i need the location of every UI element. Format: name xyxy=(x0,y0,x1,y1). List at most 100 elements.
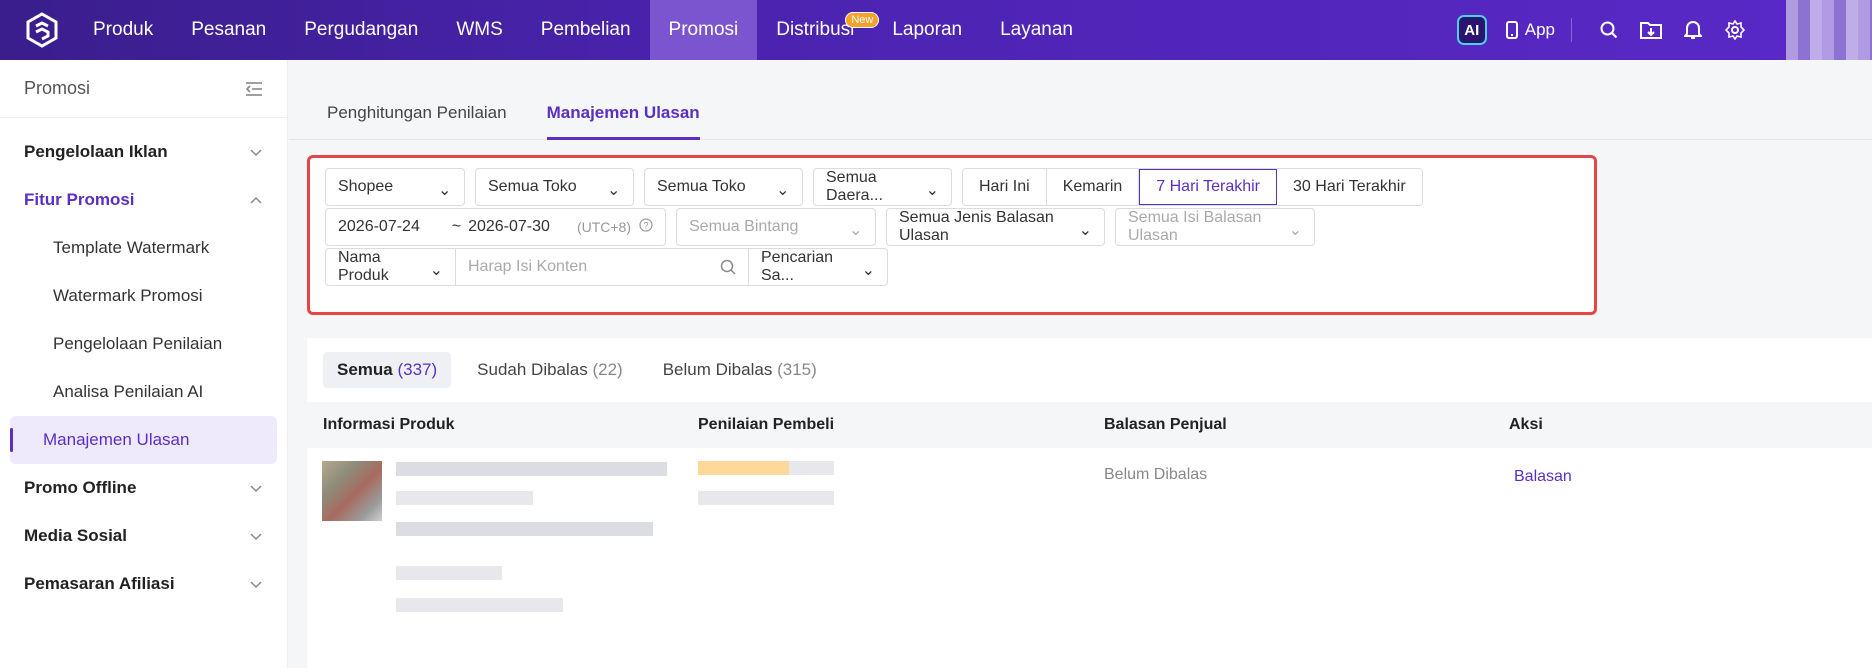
product-date-redacted xyxy=(396,598,563,612)
store-select-1[interactable]: Semua Toko ⌄ xyxy=(475,168,634,206)
nav-item-wms[interactable]: WMS xyxy=(437,0,521,60)
date-separator: ~ xyxy=(451,218,462,235)
top-right-tools: AI App xyxy=(1456,0,1872,60)
nav-item-distribusi[interactable]: Distribusi New xyxy=(757,0,880,60)
user-avatar[interactable] xyxy=(1786,0,1872,60)
sidebar-item-template-watermark[interactable]: Template Watermark xyxy=(10,224,277,272)
timezone-label: (UTC+8) xyxy=(576,219,631,235)
sidebar-group-media-sosial[interactable]: Media Sosial xyxy=(0,512,287,560)
col-header-seller-reply: Balasan Penjual xyxy=(1104,416,1227,433)
product-thumbnail xyxy=(322,461,382,521)
sidebar-group-label: Promo Offline xyxy=(24,478,137,497)
store2-value: Semua Toko xyxy=(657,178,746,195)
reply-type-select[interactable]: Semua Jenis Balasan Ulasan ⌄ xyxy=(886,208,1105,246)
star-rating-redacted xyxy=(698,461,789,475)
platform-select[interactable]: Shopee ⌄ xyxy=(325,168,465,206)
help-icon[interactable]: ? xyxy=(639,217,653,237)
store-select-2[interactable]: Semua Toko ⌄ xyxy=(644,168,803,206)
product-sku-redacted xyxy=(396,522,653,536)
sidebar-group-fitur-promosi[interactable]: Fitur Promosi xyxy=(0,176,287,224)
date-range-picker[interactable]: 2026-07-24 ~ 2026-07-30 (UTC+8) ? xyxy=(325,208,666,246)
bell-icon[interactable] xyxy=(1682,19,1704,41)
nav-item-label: WMS xyxy=(456,19,503,40)
sidebar-group-label: Media Sosial xyxy=(24,526,127,545)
search-icon[interactable] xyxy=(720,259,736,275)
nav-item-label: Pergudangan xyxy=(304,19,419,40)
nav-item-laporan[interactable]: Laporan xyxy=(873,0,981,60)
sidebar-item-manajemen-ulasan[interactable]: Manajemen Ulasan xyxy=(10,416,277,464)
region-select[interactable]: Semua Daera... ⌄ xyxy=(813,168,952,206)
nav-item-pesanan[interactable]: Pesanan xyxy=(172,0,285,60)
sidebar-group-label: Pemasaran Afiliasi xyxy=(24,574,175,593)
reply-content-select[interactable]: Semua Isi Balasan Ulasan ⌄ xyxy=(1115,208,1315,246)
phone-icon xyxy=(1505,21,1518,39)
sidebar-group-pemasaran-afiliasi[interactable]: Pemasaran Afiliasi xyxy=(0,560,287,608)
filter-row-1: Shopee ⌄ Semua Toko ⌄ Semua Toko ⌄ Semua Da… xyxy=(325,168,1423,206)
nav-item-produk[interactable]: Produk xyxy=(74,0,172,60)
nav-item-pergudangan[interactable]: Pergudangan xyxy=(285,0,437,60)
col-header-buyer-rating: Penilaian Pembeli xyxy=(698,416,835,433)
date-preset-30-hari-terakhir[interactable]: 30 Hari Terakhir xyxy=(1277,169,1422,205)
nav-item-pembelian[interactable]: Pembelian xyxy=(522,0,650,60)
date-preset-kemarin[interactable]: Kemarin xyxy=(1046,169,1140,205)
tab-penghitungan-penilaian[interactable]: Penghitungan Penilaian xyxy=(327,103,507,139)
search-mode-select[interactable]: Pencarian Sa... ⌄ xyxy=(749,249,887,285)
sidebar-item-watermark-promosi[interactable]: Watermark Promosi xyxy=(10,272,277,320)
nav-item-layanan[interactable]: Layanan xyxy=(981,0,1092,60)
search-input[interactable]: Harap Isi Konten xyxy=(456,249,749,285)
nav-item-promosi[interactable]: Promosi xyxy=(649,0,758,60)
star-placeholder: Semua Bintang xyxy=(689,218,799,235)
reply-content-placeholder: Semua Isi Balasan Ulasan xyxy=(1128,209,1262,244)
status-tab-semua[interactable]: Semua (337) xyxy=(323,352,452,388)
platform-value: Shopee xyxy=(338,178,394,195)
app-button[interactable]: App xyxy=(1505,20,1555,40)
search-mode-value: Pencarian Sa... xyxy=(761,249,834,284)
nav-item-label: Laporan xyxy=(892,19,963,40)
product-name-redacted xyxy=(396,462,667,476)
chevron-down-icon: ⌄ xyxy=(438,182,452,199)
review-text-redacted xyxy=(698,491,834,505)
search-field-select[interactable]: Nama Produk ⌄ xyxy=(326,249,456,285)
chevron-down-icon: ⌄ xyxy=(1288,222,1302,239)
nav-item-label: Layanan xyxy=(1000,19,1073,40)
app-logo-icon[interactable] xyxy=(20,8,64,52)
sidebar-item-pengelolaan-penilaian[interactable]: Pengelolaan Penilaian xyxy=(10,320,277,368)
star-rating-select[interactable]: Semua Bintang ⌄ xyxy=(676,208,876,246)
sidebar-group-promo-offline[interactable]: Promo Offline xyxy=(0,464,287,512)
date-preset-hari-ini[interactable]: Hari Ini xyxy=(963,169,1047,205)
sidebar-title: Promosi xyxy=(24,78,91,98)
search-icon[interactable] xyxy=(1598,19,1620,41)
status-tab-sudah-dibalas[interactable]: Sudah Dibalas (22) xyxy=(463,352,637,388)
chevron-down-icon: ⌄ xyxy=(861,262,875,279)
date-preset-group: Hari Ini Kemarin 7 Hari Terakhir 30 Hari Te… xyxy=(962,168,1423,206)
app-label: App xyxy=(1524,20,1555,39)
folder-download-icon[interactable] xyxy=(1640,19,1662,41)
sidebar-item-analisa-penilaian-ai[interactable]: Analisa Penilaian AI xyxy=(10,368,277,416)
chevron-down-icon xyxy=(250,533,262,541)
status-tab-label: Belum Dibalas xyxy=(662,360,773,379)
table-row: Belum Dibalas Balasan xyxy=(307,448,1872,668)
reply-button[interactable]: Balasan xyxy=(1514,468,1572,486)
svg-text:?: ? xyxy=(643,220,648,230)
status-tab-belum-dibalas[interactable]: Belum Dibalas (315) xyxy=(649,352,831,388)
search-field-value: Nama Produk xyxy=(338,249,389,284)
filter-row-3: Nama Produk ⌄ Harap Isi Konten Pencarian … xyxy=(325,248,888,286)
tab-manajemen-ulasan[interactable]: Manajemen Ulasan xyxy=(546,103,700,140)
reply-type-value: Semua Jenis Balasan Ulasan xyxy=(899,209,1054,244)
sidebar-menu: Pengelolaan Iklan Fitur Promosi Template W… xyxy=(0,118,287,608)
date-preset-7-hari-terakhir[interactable]: 7 Hari Terakhir xyxy=(1139,169,1278,205)
status-tab-label: Semua xyxy=(337,360,393,379)
nav-item-label: Produk xyxy=(93,19,154,40)
status-tab-count: (315) xyxy=(777,360,817,379)
rating-extra-redacted xyxy=(789,461,834,475)
nav-item-label: Distribusi xyxy=(776,19,855,40)
chevron-down-icon: ⌄ xyxy=(1078,222,1092,239)
status-tab-count: (22) xyxy=(592,360,623,379)
ai-button[interactable]: AI xyxy=(1456,15,1487,45)
collapse-sidebar-icon[interactable] xyxy=(245,81,263,97)
filter-row-2: 2026-07-24 ~ 2026-07-30 (UTC+8) ? Semua … xyxy=(325,208,1315,246)
gear-icon[interactable] xyxy=(1724,19,1746,41)
sidebar-group-pengelolaan-iklan[interactable]: Pengelolaan Iklan xyxy=(0,128,287,176)
chevron-down-icon: ⌄ xyxy=(607,182,621,199)
nav-item-label: Promosi xyxy=(668,19,739,40)
